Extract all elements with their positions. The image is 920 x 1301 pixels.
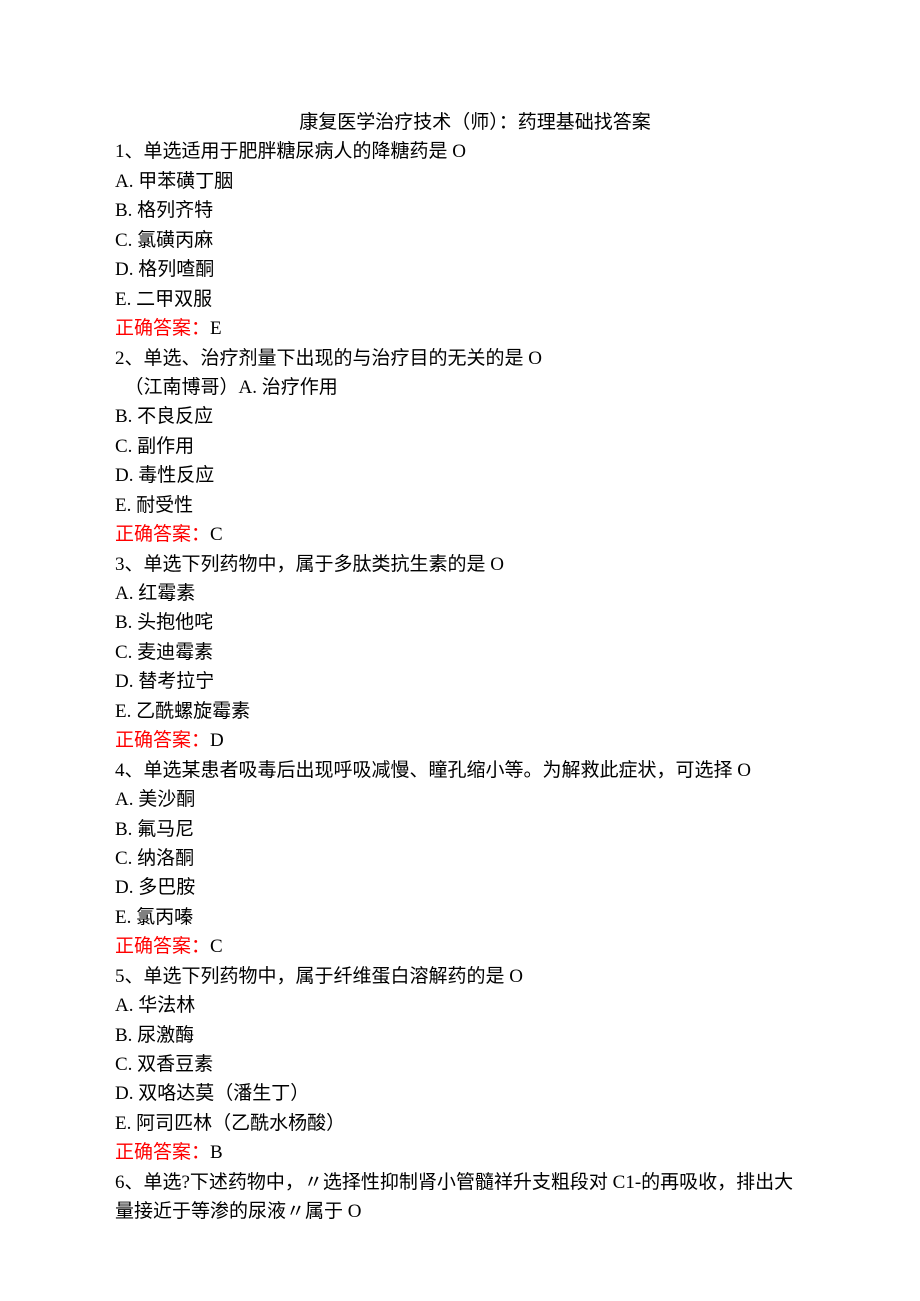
- q2-stem: 2、单选、治疗剂量下出现的与治疗目的无关的是 O: [115, 344, 805, 373]
- q4-option-c: C. 纳洛酮: [115, 844, 805, 873]
- q2-option-e: E. 耐受性: [115, 491, 805, 520]
- q3-option-e: E. 乙酰螺旋霉素: [115, 697, 805, 726]
- q4-answer: 正确答案：C: [115, 932, 805, 961]
- q5-option-e: E. 阿司匹林（乙酰水杨酸）: [115, 1109, 805, 1138]
- q5-answer-label: 正确答案：: [115, 1142, 210, 1163]
- q1-option-a: A. 甲苯磺丁胭: [115, 167, 805, 196]
- q3-option-b: B. 头抱他咤: [115, 608, 805, 637]
- q4-stem: 4、单选某患者吸毒后出现呼吸减慢、瞳孔缩小等。为解救此症状，可选择 O: [115, 756, 805, 785]
- q2-option-d: D. 毒性反应: [115, 461, 805, 490]
- q2-option-a: （江南博哥）A. 治疗作用: [115, 373, 805, 402]
- document-title: 康复医学治疗技术（师）：药理基础找答案: [115, 108, 805, 137]
- q2-answer: 正确答案：C: [115, 520, 805, 549]
- q1-option-e: E. 二甲双服: [115, 285, 805, 314]
- q4-option-b: B. 氟马尼: [115, 815, 805, 844]
- q5-answer-value: B: [210, 1142, 223, 1163]
- q4-option-a: A. 美沙酮: [115, 785, 805, 814]
- q3-answer-label: 正确答案：: [115, 730, 210, 751]
- q1-option-b: B. 格列齐特: [115, 196, 805, 225]
- q1-stem: 1、单选适用于肥胖糖尿病人的降糖药是 O: [115, 137, 805, 166]
- q1-answer: 正确答案：E: [115, 314, 805, 343]
- q4-option-d: D. 多巴胺: [115, 873, 805, 902]
- q1-answer-label: 正确答案：: [115, 318, 210, 339]
- q3-answer: 正确答案：D: [115, 726, 805, 755]
- q1-option-d: D. 格列喳酮: [115, 255, 805, 284]
- q3-option-d: D. 替考拉宁: [115, 667, 805, 696]
- q5-option-d: D. 双咯达莫（潘生丁）: [115, 1079, 805, 1108]
- q5-option-a: A. 华法林: [115, 991, 805, 1020]
- q2-option-c: C. 副作用: [115, 432, 805, 461]
- q5-stem: 5、单选下列药物中，属于纤维蛋白溶解药的是 O: [115, 962, 805, 991]
- q2-option-b: B. 不良反应: [115, 402, 805, 431]
- q2-answer-value: C: [210, 524, 223, 545]
- q5-option-b: B. 尿激酶: [115, 1021, 805, 1050]
- q3-stem: 3、单选下列药物中，属于多肽类抗生素的是 O: [115, 550, 805, 579]
- q3-answer-value: D: [210, 730, 224, 751]
- q4-option-e: E. 氯丙嗪: [115, 903, 805, 932]
- q6-stem: 6、单选?下述药物中，〃选择性抑制肾小管髓祥升支粗段对 C1-的再吸收，排出大量…: [115, 1168, 805, 1227]
- q4-answer-label: 正确答案：: [115, 936, 210, 957]
- q1-answer-value: E: [210, 318, 222, 339]
- q1-option-c: C. 氯磺丙麻: [115, 226, 805, 255]
- q5-answer: 正确答案：B: [115, 1138, 805, 1167]
- q5-option-c: C. 双香豆素: [115, 1050, 805, 1079]
- q2-answer-label: 正确答案：: [115, 524, 210, 545]
- q3-option-a: A. 红霉素: [115, 579, 805, 608]
- q4-answer-value: C: [210, 936, 223, 957]
- q3-option-c: C. 麦迪霉素: [115, 638, 805, 667]
